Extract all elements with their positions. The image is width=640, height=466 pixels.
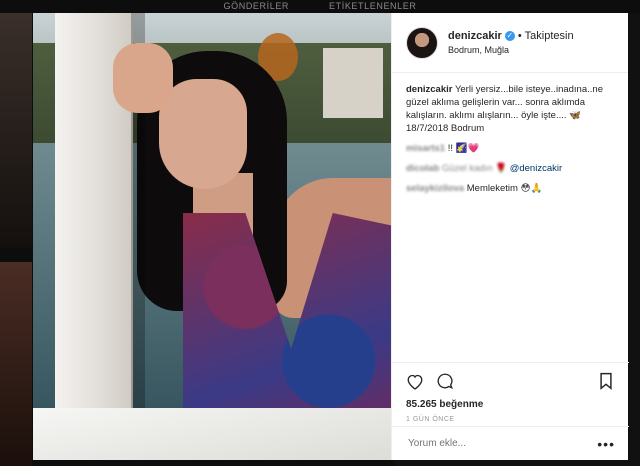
header-username[interactable]: denizcakir xyxy=(448,30,502,42)
background-post-thumbnail[interactable] xyxy=(0,262,32,466)
photo-house xyxy=(323,48,383,118)
photo-arm xyxy=(113,43,173,113)
post-sidebar: denizcakir ✓ • Takiptesin Bodrum, Muğla … xyxy=(391,13,629,460)
caption: denizcakir Yerli yersiz...bile isteye..i… xyxy=(406,83,614,135)
comment-item: dicolab Güzel kadın 🌹 @denizcakir xyxy=(406,162,614,175)
post-photo[interactable] xyxy=(33,13,391,460)
post-timestamp: 1 GÜN ÖNCE xyxy=(406,416,455,423)
follow-status-button[interactable]: Takiptesin xyxy=(525,30,574,42)
comments-list: denizcakir Yerli yersiz...bile isteye..i… xyxy=(392,73,628,195)
photo-face xyxy=(159,79,247,189)
caption-username[interactable]: denizcakir xyxy=(406,84,452,95)
comment-text: Memleketim 😳🙏 xyxy=(466,183,543,194)
add-comment-bar: ••• xyxy=(392,426,629,460)
post-modal: denizcakir ✓ • Takiptesin Bodrum, Muğla … xyxy=(33,13,629,460)
background-post-thumbnail[interactable] xyxy=(0,13,32,248)
avatar[interactable] xyxy=(406,26,438,59)
comment-username[interactable]: selaykizilova xyxy=(406,183,464,194)
comment-item: misarts1 !! 🌠💗 xyxy=(406,142,614,155)
comment-text: Güzel kadın 🌹 xyxy=(441,163,508,174)
separator-dot: • xyxy=(517,30,522,42)
header-row: denizcakir ✓ • Takiptesin xyxy=(448,30,574,42)
comment-icon[interactable] xyxy=(436,372,454,390)
location-link[interactable]: Bodrum, Muğla xyxy=(448,45,574,55)
verified-badge-icon: ✓ xyxy=(504,31,515,41)
more-options-icon[interactable]: ••• xyxy=(597,436,615,452)
action-icons xyxy=(406,363,615,399)
post-header: denizcakir ✓ • Takiptesin Bodrum, Muğla xyxy=(392,13,628,73)
comment-mention[interactable]: @denizcakir xyxy=(510,163,562,174)
comment-item: selaykizilova Memleketim 😳🙏 xyxy=(406,182,614,195)
comment-text: !! 🌠💗 xyxy=(447,143,480,154)
header-info: denizcakir ✓ • Takiptesin Bodrum, Muğla xyxy=(448,30,574,55)
profile-tabs: GÖNDERİLER ETİKETLENENLER xyxy=(0,0,640,13)
photo-paper xyxy=(33,408,391,460)
comment-username[interactable]: misarts1 xyxy=(406,143,445,154)
tab-tagged[interactable]: ETİKETLENENLER xyxy=(329,0,416,13)
comment-input[interactable] xyxy=(406,437,598,450)
comment-username[interactable]: dicolab xyxy=(406,163,439,174)
heart-icon[interactable] xyxy=(406,372,424,390)
likes-count[interactable]: 85.265 beğenme xyxy=(406,399,615,410)
bookmark-icon[interactable] xyxy=(597,372,615,390)
post-actions: 85.265 beğenme 1 GÜN ÖNCE xyxy=(392,362,629,423)
tab-posts[interactable]: GÖNDERİLER xyxy=(224,0,290,13)
